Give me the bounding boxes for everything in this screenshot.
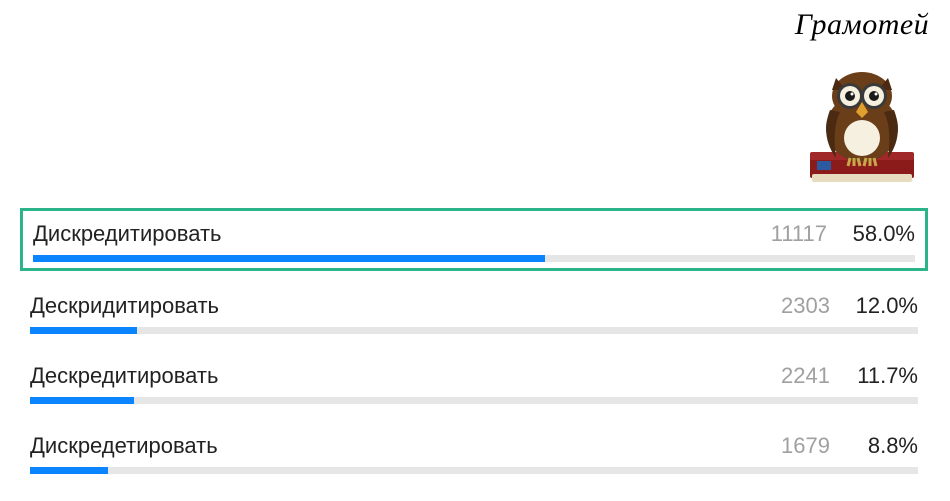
result-row: Дескредитировать 2241 11.7% (20, 353, 928, 409)
result-percent: 12.0% (852, 293, 918, 319)
bar-track (30, 327, 918, 334)
result-percent: 8.8% (852, 433, 918, 459)
bar-fill (33, 255, 545, 262)
bar-fill (30, 327, 137, 334)
result-count: 2303 (766, 293, 830, 319)
poll-results: Дискредитировать 11117 58.0% Дескридитир… (20, 208, 928, 493)
result-percent: 11.7% (852, 363, 918, 389)
bar-fill (30, 397, 134, 404)
result-row: Дескридитировать 2303 12.0% (20, 283, 928, 339)
result-line: Дискредетировать 1679 8.8% (30, 433, 918, 459)
result-count: 2241 (766, 363, 830, 389)
result-line: Дескридитировать 2303 12.0% (30, 293, 918, 319)
result-count: 11117 (763, 221, 827, 247)
brand-title: Грамотей (792, 8, 932, 42)
bar-track (30, 397, 918, 404)
brand-block: Грамотей (792, 8, 932, 186)
result-label: Дискредитировать (33, 221, 763, 247)
result-row: Дискредитировать 11117 58.0% (20, 208, 928, 271)
result-label: Дискредетировать (30, 433, 766, 459)
result-line: Дескредитировать 2241 11.7% (30, 363, 918, 389)
result-percent: 58.0% (849, 221, 915, 247)
bar-fill (30, 467, 108, 474)
result-label: Дескридитировать (30, 293, 766, 319)
result-line: Дискредитировать 11117 58.0% (33, 221, 915, 247)
bar-track (30, 467, 918, 474)
bar-track (33, 255, 915, 262)
result-count: 1679 (766, 433, 830, 459)
owl-on-book-icon (792, 46, 932, 186)
result-label: Дескредитировать (30, 363, 766, 389)
result-row: Дискредетировать 1679 8.8% (20, 423, 928, 479)
